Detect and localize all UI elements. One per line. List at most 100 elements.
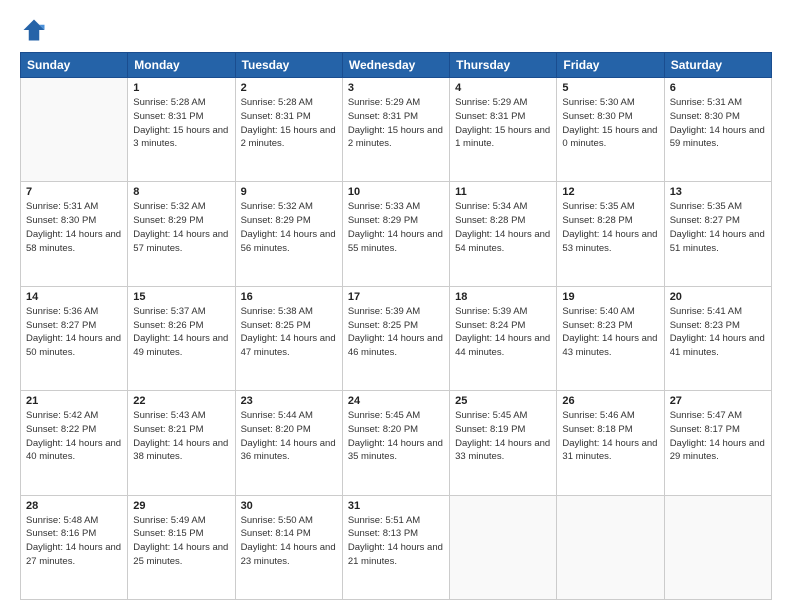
cell-info: Sunrise: 5:31 AMSunset: 8:30 PMDaylight:…: [26, 200, 122, 255]
cell-info: Sunrise: 5:36 AMSunset: 8:27 PMDaylight:…: [26, 305, 122, 360]
cell-info: Sunrise: 5:35 AMSunset: 8:28 PMDaylight:…: [562, 200, 658, 255]
cell-date: 9: [241, 186, 337, 198]
calendar-cell: 17 Sunrise: 5:39 AMSunset: 8:25 PMDayligh…: [342, 286, 449, 390]
day-header-wednesday: Wednesday: [342, 53, 449, 78]
cell-date: 31: [348, 500, 444, 512]
cell-date: 3: [348, 82, 444, 94]
cell-date: 11: [455, 186, 551, 198]
cell-info: Sunrise: 5:31 AMSunset: 8:30 PMDaylight:…: [670, 96, 766, 151]
cell-info: Sunrise: 5:34 AMSunset: 8:28 PMDaylight:…: [455, 200, 551, 255]
cell-info: Sunrise: 5:42 AMSunset: 8:22 PMDaylight:…: [26, 409, 122, 464]
cell-info: Sunrise: 5:51 AMSunset: 8:13 PMDaylight:…: [348, 514, 444, 569]
logo-icon: [20, 16, 48, 44]
cell-date: 21: [26, 395, 122, 407]
calendar-cell: 25Sunrise: 5:45 AMSunset: 8:19 PMDayligh…: [450, 391, 557, 495]
calendar-cell: 30 Sunrise: 5:50 AMSunset: 8:14 PMDayligh…: [235, 495, 342, 599]
calendar-cell: [664, 495, 771, 599]
cell-date: 12: [562, 186, 658, 198]
cell-date: 15: [133, 291, 229, 303]
logo: [20, 16, 52, 44]
calendar-cell: 29 Sunrise: 5:49 AMSunset: 8:15 PMDayligh…: [128, 495, 235, 599]
cell-info: Sunrise: 5:46 AMSunset: 8:18 PMDaylight:…: [562, 409, 658, 464]
cell-info: Sunrise: 5:44 AMSunset: 8:20 PMDaylight:…: [241, 409, 337, 464]
cell-date: 13: [670, 186, 766, 198]
calendar-week-1: 1 Sunrise: 5:28 AMSunset: 8:31 PMDaylight…: [21, 78, 772, 182]
cell-info: Sunrise: 5:28 AMSunset: 8:31 PMDaylight:…: [241, 96, 337, 151]
calendar-cell: 16 Sunrise: 5:38 AMSunset: 8:25 PMDayligh…: [235, 286, 342, 390]
calendar-cell: 15 Sunrise: 5:37 AMSunset: 8:26 PMDayligh…: [128, 286, 235, 390]
cell-info: Sunrise: 5:39 AMSunset: 8:24 PMDaylight:…: [455, 305, 551, 360]
cell-date: 7: [26, 186, 122, 198]
cell-date: 24: [348, 395, 444, 407]
calendar-week-5: 28 Sunrise: 5:48 AMSunset: 8:16 PMDayligh…: [21, 495, 772, 599]
cell-info: Sunrise: 5:38 AMSunset: 8:25 PMDaylight:…: [241, 305, 337, 360]
calendar-cell: 31 Sunrise: 5:51 AMSunset: 8:13 PMDayligh…: [342, 495, 449, 599]
cell-date: 22: [133, 395, 229, 407]
cell-date: 29: [133, 500, 229, 512]
cell-info: Sunrise: 5:49 AMSunset: 8:15 PMDaylight:…: [133, 514, 229, 569]
cell-date: 28: [26, 500, 122, 512]
cell-date: 1: [133, 82, 229, 94]
calendar-cell: [557, 495, 664, 599]
cell-date: 6: [670, 82, 766, 94]
calendar-cell: 28 Sunrise: 5:48 AMSunset: 8:16 PMDayligh…: [21, 495, 128, 599]
calendar-cell: 8 Sunrise: 5:32 AMSunset: 8:29 PMDaylight…: [128, 182, 235, 286]
calendar-cell: 13 Sunrise: 5:35 AMSunset: 8:27 PMDayligh…: [664, 182, 771, 286]
calendar-cell: 14 Sunrise: 5:36 AMSunset: 8:27 PMDayligh…: [21, 286, 128, 390]
calendar-cell: 22 Sunrise: 5:43 AMSunset: 8:21 PMDayligh…: [128, 391, 235, 495]
calendar-table: SundayMondayTuesdayWednesdayThursdayFrid…: [20, 52, 772, 600]
cell-date: 4: [455, 82, 551, 94]
cell-info: Sunrise: 5:29 AMSunset: 8:31 PMDaylight:…: [455, 96, 551, 151]
cell-date: 10: [348, 186, 444, 198]
cell-info: Sunrise: 5:45 AMSunset: 8:20 PMDaylight:…: [348, 409, 444, 464]
calendar-cell: [450, 495, 557, 599]
cell-info: Sunrise: 5:39 AMSunset: 8:25 PMDaylight:…: [348, 305, 444, 360]
cell-date: 16: [241, 291, 337, 303]
cell-date: 26: [562, 395, 658, 407]
cell-info: Sunrise: 5:33 AMSunset: 8:29 PMDaylight:…: [348, 200, 444, 255]
calendar-cell: 2 Sunrise: 5:28 AMSunset: 8:31 PMDaylight…: [235, 78, 342, 182]
calendar-cell: 26 Sunrise: 5:46 AMSunset: 8:18 PMDayligh…: [557, 391, 664, 495]
calendar-header-row: SundayMondayTuesdayWednesdayThursdayFrid…: [21, 53, 772, 78]
cell-date: 17: [348, 291, 444, 303]
calendar-cell: 27Sunrise: 5:47 AMSunset: 8:17 PMDayligh…: [664, 391, 771, 495]
calendar-cell: 11 Sunrise: 5:34 AMSunset: 8:28 PMDayligh…: [450, 182, 557, 286]
day-header-saturday: Saturday: [664, 53, 771, 78]
calendar-cell: [21, 78, 128, 182]
cell-date: 8: [133, 186, 229, 198]
cell-info: Sunrise: 5:50 AMSunset: 8:14 PMDaylight:…: [241, 514, 337, 569]
calendar-cell: 18 Sunrise: 5:39 AMSunset: 8:24 PMDayligh…: [450, 286, 557, 390]
calendar-cell: 6 Sunrise: 5:31 AMSunset: 8:30 PMDaylight…: [664, 78, 771, 182]
calendar-cell: 23 Sunrise: 5:44 AMSunset: 8:20 PMDayligh…: [235, 391, 342, 495]
calendar-cell: 1Sunrise: 5:28 AMSunset: 8:31 PMDaylight…: [128, 78, 235, 182]
cell-info: Sunrise: 5:37 AMSunset: 8:26 PMDaylight:…: [133, 305, 229, 360]
cell-info: Sunrise: 5:48 AMSunset: 8:16 PMDaylight:…: [26, 514, 122, 569]
calendar-cell: 19Sunrise: 5:40 AMSunset: 8:23 PMDayligh…: [557, 286, 664, 390]
cell-date: 19: [562, 291, 658, 303]
cell-info: Sunrise: 5:41 AMSunset: 8:23 PMDaylight:…: [670, 305, 766, 360]
cell-info: Sunrise: 5:32 AMSunset: 8:29 PMDaylight:…: [133, 200, 229, 255]
cell-info: Sunrise: 5:35 AMSunset: 8:27 PMDaylight:…: [670, 200, 766, 255]
cell-info: Sunrise: 5:43 AMSunset: 8:21 PMDaylight:…: [133, 409, 229, 464]
cell-date: 2: [241, 82, 337, 94]
day-header-monday: Monday: [128, 53, 235, 78]
calendar-week-4: 21 Sunrise: 5:42 AMSunset: 8:22 PMDayligh…: [21, 391, 772, 495]
cell-info: Sunrise: 5:47 AMSunset: 8:17 PMDaylight:…: [670, 409, 766, 464]
cell-date: 18: [455, 291, 551, 303]
calendar-cell: 21 Sunrise: 5:42 AMSunset: 8:22 PMDayligh…: [21, 391, 128, 495]
cell-date: 20: [670, 291, 766, 303]
calendar-cell: 24 Sunrise: 5:45 AMSunset: 8:20 PMDayligh…: [342, 391, 449, 495]
calendar-cell: 10 Sunrise: 5:33 AMSunset: 8:29 PMDayligh…: [342, 182, 449, 286]
day-header-sunday: Sunday: [21, 53, 128, 78]
page: SundayMondayTuesdayWednesdayThursdayFrid…: [0, 0, 792, 612]
header: [20, 16, 772, 44]
cell-date: 14: [26, 291, 122, 303]
cell-info: Sunrise: 5:30 AMSunset: 8:30 PMDaylight:…: [562, 96, 658, 151]
calendar-cell: 5Sunrise: 5:30 AMSunset: 8:30 PMDaylight…: [557, 78, 664, 182]
calendar-cell: 12 Sunrise: 5:35 AMSunset: 8:28 PMDayligh…: [557, 182, 664, 286]
cell-date: 30: [241, 500, 337, 512]
cell-date: 23: [241, 395, 337, 407]
cell-info: Sunrise: 5:29 AMSunset: 8:31 PMDaylight:…: [348, 96, 444, 151]
day-header-friday: Friday: [557, 53, 664, 78]
cell-info: Sunrise: 5:45 AMSunset: 8:19 PMDaylight:…: [455, 409, 551, 464]
